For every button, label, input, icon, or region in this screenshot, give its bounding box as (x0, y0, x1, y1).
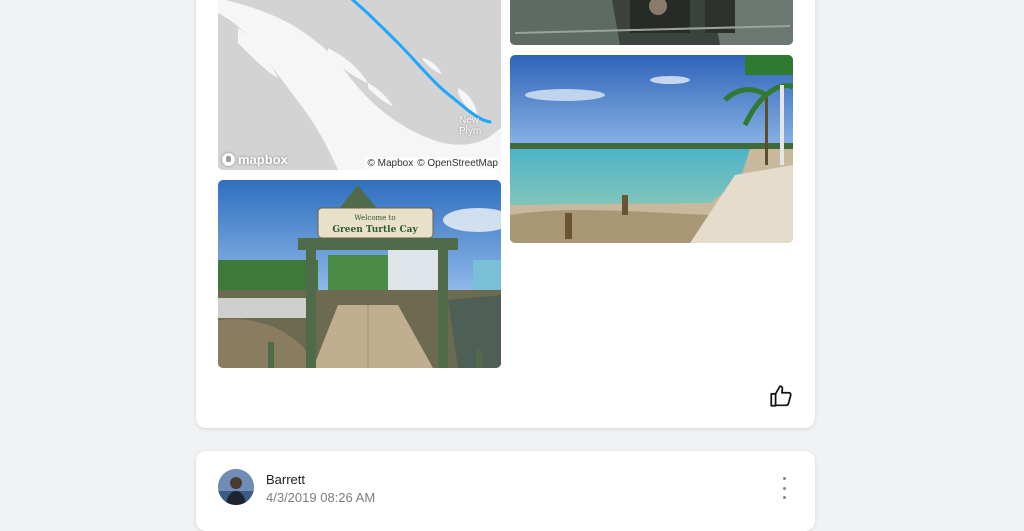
author-name[interactable]: Barrett (266, 472, 305, 487)
post-card-next: Barrett 4/3/2019 08:26 AM (196, 451, 815, 531)
mapbox-logo-label: mapbox (238, 152, 288, 167)
openstreetmap-attribution-link[interactable]: © OpenStreetMap (417, 158, 498, 169)
mapbox-logo-icon (222, 153, 235, 166)
svg-text:Welcome to: Welcome to (354, 214, 395, 222)
more-options-button[interactable] (777, 477, 791, 499)
avatar[interactable] (218, 469, 254, 505)
mapbox-logo[interactable]: mapbox (222, 152, 288, 167)
route-map[interactable]: New Plym mapbox © Mapbox © OpenStreetMap (218, 0, 501, 170)
map-canvas (218, 0, 501, 170)
post-card: New Plym mapbox © Mapbox © OpenStreetMap (196, 0, 815, 428)
svg-text:Green Turtle Cay: Green Turtle Cay (332, 225, 418, 235)
mapbox-attribution-link[interactable]: © Mapbox (368, 158, 414, 169)
beach-shoreline-photo[interactable] (510, 55, 793, 243)
map-place-label: New Plym (459, 115, 482, 137)
more-vertical-icon (782, 477, 786, 480)
user-photo (218, 469, 254, 505)
map-attribution: © Mapbox © OpenStreetMap (364, 157, 501, 170)
green-turtle-cay-dock-photo[interactable]: Welcome to Green Turtle Cay (218, 180, 501, 368)
thumbs-up-icon (770, 385, 792, 407)
sailboat-cockpit-photo[interactable] (510, 0, 793, 45)
post-timestamp: 4/3/2019 08:26 AM (266, 490, 376, 505)
like-button[interactable] (768, 383, 794, 409)
